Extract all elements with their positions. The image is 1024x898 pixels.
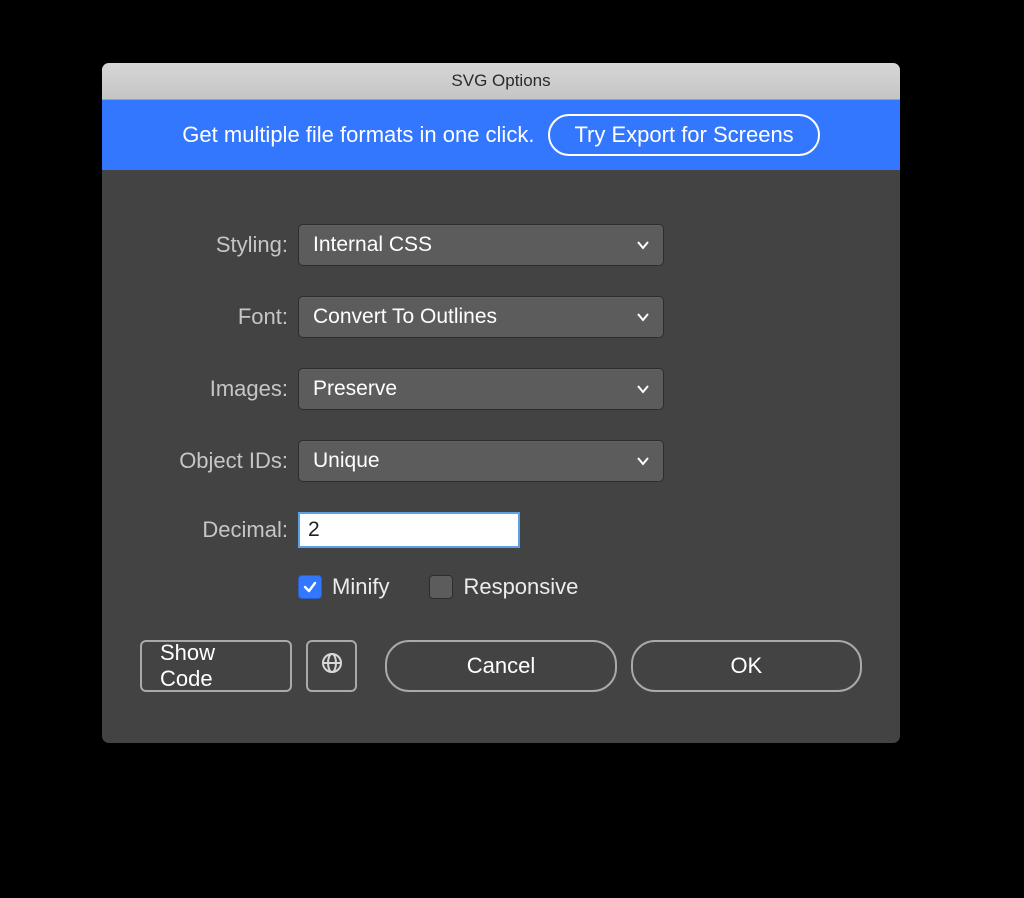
font-dropdown[interactable]: Convert To Outlines	[298, 296, 664, 338]
decimal-row: Decimal:	[140, 512, 862, 548]
checkbox-unchecked-icon	[429, 575, 453, 599]
globe-button[interactable]	[306, 640, 357, 692]
object-ids-value: Unique	[313, 449, 380, 473]
titlebar-title: SVG Options	[451, 71, 550, 91]
decimal-input[interactable]	[298, 512, 520, 548]
cancel-label: Cancel	[467, 653, 535, 679]
show-code-label: Show Code	[160, 640, 272, 692]
font-row: Font: Convert To Outlines	[140, 296, 862, 338]
svg-options-dialog: SVG Options Get multiple file formats in…	[102, 63, 900, 743]
styling-label: Styling:	[140, 232, 298, 258]
responsive-label: Responsive	[463, 574, 578, 600]
promo-text: Get multiple file formats in one click.	[182, 122, 534, 148]
ok-label: OK	[730, 653, 762, 679]
chevron-down-icon	[635, 237, 651, 253]
footer-row: Show Code Cancel OK	[140, 640, 862, 722]
images-label: Images:	[140, 376, 298, 402]
object-ids-label: Object IDs:	[140, 448, 298, 474]
font-label: Font:	[140, 304, 298, 330]
images-row: Images: Preserve	[140, 368, 862, 410]
promo-bar: Get multiple file formats in one click. …	[102, 100, 900, 170]
styling-dropdown[interactable]: Internal CSS	[298, 224, 664, 266]
promo-button-label: Try Export for Screens	[574, 122, 793, 147]
styling-value: Internal CSS	[313, 233, 432, 257]
images-value: Preserve	[313, 377, 397, 401]
minify-label: Minify	[332, 574, 389, 600]
chevron-down-icon	[635, 453, 651, 469]
font-value: Convert To Outlines	[313, 305, 497, 329]
try-export-for-screens-button[interactable]: Try Export for Screens	[548, 114, 819, 156]
titlebar: SVG Options	[102, 63, 900, 100]
object-ids-row: Object IDs: Unique	[140, 440, 862, 482]
minify-checkbox[interactable]: Minify	[298, 574, 389, 600]
chevron-down-icon	[635, 309, 651, 325]
chevron-down-icon	[635, 381, 651, 397]
dialog-body: Styling: Internal CSS Font: Convert To O…	[102, 170, 900, 722]
object-ids-dropdown[interactable]: Unique	[298, 440, 664, 482]
globe-icon	[320, 651, 344, 681]
styling-row: Styling: Internal CSS	[140, 224, 862, 266]
responsive-checkbox[interactable]: Responsive	[429, 574, 578, 600]
checkbox-checked-icon	[298, 575, 322, 599]
decimal-label: Decimal:	[140, 517, 298, 543]
images-dropdown[interactable]: Preserve	[298, 368, 664, 410]
checkbox-row: Minify Responsive	[298, 574, 862, 600]
cancel-button[interactable]: Cancel	[385, 640, 616, 692]
show-code-button[interactable]: Show Code	[140, 640, 292, 692]
ok-button[interactable]: OK	[631, 640, 862, 692]
